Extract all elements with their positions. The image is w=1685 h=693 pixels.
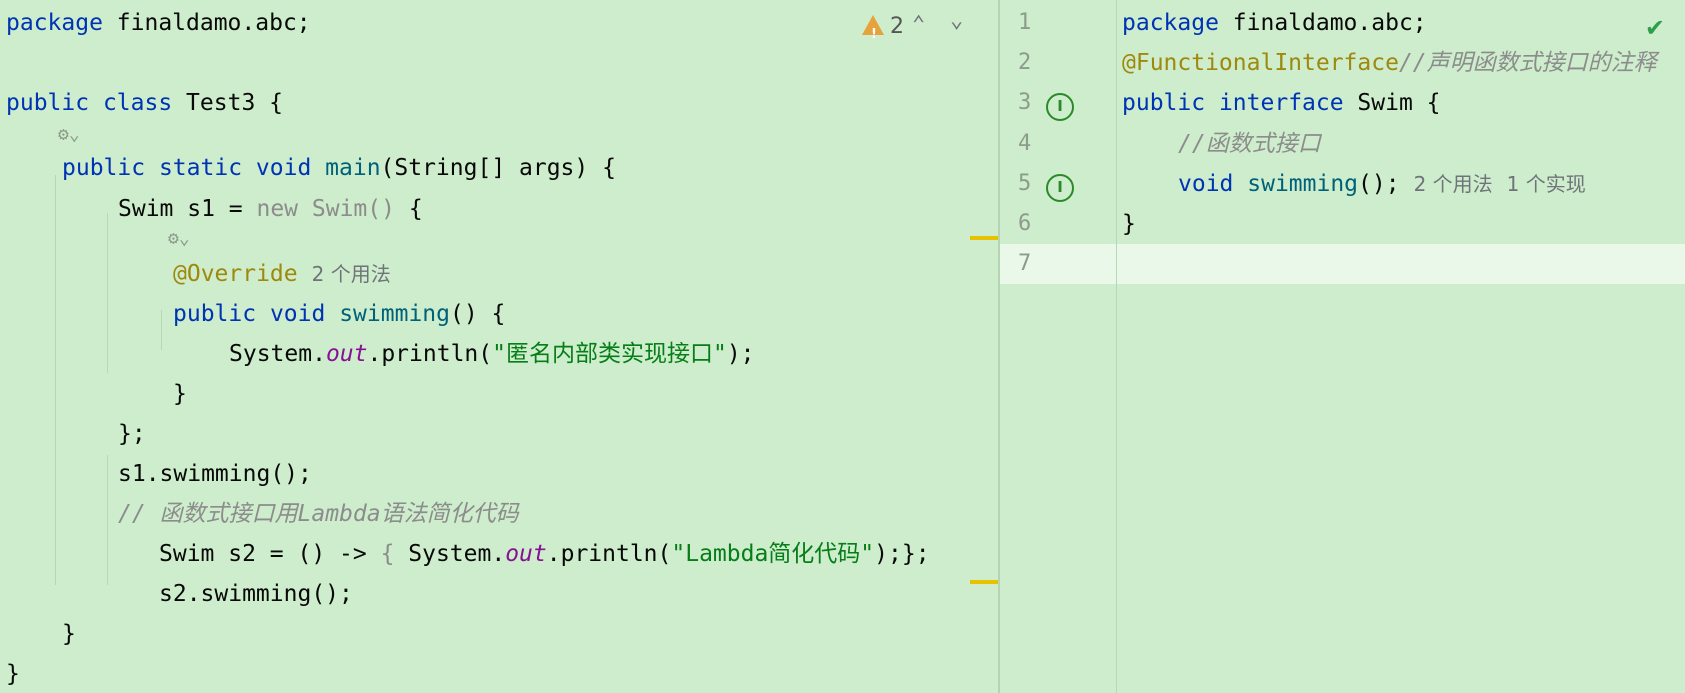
keyword: public: [62, 155, 146, 181]
code-text: (String[] args) {: [380, 155, 616, 181]
ide-window: ! 2 ⌃ ⌄ package finaldamo.abc; public cla…: [0, 0, 1685, 693]
code-line-17[interactable]: }: [62, 614, 76, 654]
code-text: );: [726, 341, 755, 367]
warning-count: 2: [890, 14, 904, 39]
indent-guide: [161, 310, 162, 350]
keyword: void: [269, 301, 326, 327]
static-field: out: [505, 541, 547, 567]
code-text: }: [62, 621, 76, 647]
code-line-6[interactable]: Swim s1 = new Swim() {: [118, 189, 423, 229]
code-text: s1.swimming();: [118, 461, 312, 487]
code-text: () {: [449, 301, 506, 327]
keyword: package: [1122, 10, 1219, 36]
implemented-icon[interactable]: I: [1046, 174, 1074, 202]
code-line-9[interactable]: public void swimming() {: [173, 294, 505, 334]
indent-guide: [1116, 0, 1117, 693]
code-text: }: [1122, 211, 1136, 237]
chevron-up-icon[interactable]: ⌃: [912, 12, 925, 37]
code-text: );};: [874, 541, 930, 567]
code-text: Test3 {: [172, 90, 283, 116]
code-line-1[interactable]: package finaldamo.abc;: [6, 3, 311, 43]
code-text: Swim {: [1343, 90, 1441, 116]
implementations-hint[interactable]: 1 个实现: [1507, 172, 1586, 196]
string-literal: "匿名内部类实现接口": [492, 341, 727, 367]
code-line-10[interactable]: System.out.println("匿名内部类实现接口");: [229, 334, 755, 374]
right-code-line-2[interactable]: @FunctionalInterface//声明函数式接口的注释: [1122, 43, 1657, 83]
code-line-11[interactable]: }: [173, 374, 187, 414]
line-number: 2: [1018, 50, 1032, 75]
code-text: };: [118, 421, 146, 447]
keyword: public: [6, 90, 90, 116]
usages-hint[interactable]: 2 个用法: [312, 262, 391, 286]
line-number: 1: [1018, 10, 1032, 35]
static-field: out: [325, 341, 368, 367]
line-number: 6: [1018, 211, 1032, 236]
keyword: void: [1178, 171, 1234, 197]
keyword: package: [6, 10, 103, 36]
code-text-dimmed: new Swim(): [256, 196, 395, 222]
keyword: static: [158, 155, 243, 181]
code-line-16[interactable]: s2.swimming();: [159, 574, 353, 614]
right-code-line-5[interactable]: void swimming(); 2 个用法 1 个实现: [1178, 164, 1586, 204]
code-line-5[interactable]: public static void main(String[] args) {: [62, 148, 616, 188]
usages-hint[interactable]: 2 个用法: [1414, 172, 1493, 196]
code-line-8[interactable]: @Override 2 个用法: [173, 254, 391, 294]
indent-guide: [107, 213, 108, 373]
warning-stripe-marker[interactable]: [970, 236, 998, 240]
warning-indicator[interactable]: ! 2: [862, 10, 904, 44]
implemented-icon[interactable]: I: [1046, 93, 1074, 121]
comment: //声明函数式接口的注释: [1398, 50, 1657, 76]
code-line-18[interactable]: }: [6, 654, 20, 693]
checkmark-icon[interactable]: ✔: [1645, 14, 1665, 42]
ai-gutter-icon[interactable]: ⚙⌄: [168, 228, 190, 249]
indent-guide: [55, 175, 56, 585]
code-line-12[interactable]: };: [118, 414, 146, 454]
indent-guide: [107, 455, 108, 585]
line-number: 4: [1018, 131, 1032, 156]
code-text: finaldamo.abc;: [102, 10, 311, 36]
current-line-highlight: [1000, 244, 1685, 284]
left-editor-pane[interactable]: ! 2 ⌃ ⌄ package finaldamo.abc; public cla…: [0, 0, 998, 693]
code-text-dimmed: {: [380, 541, 395, 567]
right-code-line-3[interactable]: public interface Swim {: [1122, 83, 1441, 123]
code-text: .println(: [546, 541, 672, 567]
string-literal: "Lambda简化代码": [671, 541, 875, 567]
code-text: {: [394, 196, 423, 222]
code-text: Swim s2 = () ->: [159, 541, 381, 567]
keyword: void: [255, 155, 312, 181]
method-name: main: [325, 155, 381, 181]
method-name: swimming: [1247, 171, 1359, 197]
comment: // 函数式接口用Lambda语法简化代码: [118, 501, 519, 527]
code-text: Swim s1 =: [118, 196, 257, 222]
keyword: public: [173, 301, 257, 327]
line-number: 7: [1018, 251, 1032, 276]
code-text: System.: [394, 541, 506, 567]
keyword: public: [1122, 90, 1206, 116]
code-line-13[interactable]: s1.swimming();: [118, 454, 312, 494]
code-text: s2.swimming();: [159, 581, 353, 607]
code-line-14[interactable]: // 函数式接口用Lambda语法简化代码: [118, 494, 519, 534]
code-text: }: [173, 381, 187, 407]
ai-gutter-icon[interactable]: ⚙⌄: [58, 124, 80, 145]
right-code-line-1[interactable]: package finaldamo.abc;: [1122, 3, 1427, 43]
keyword: class: [102, 90, 173, 116]
code-line-15[interactable]: Swim s2 = () -> { System.out.println("La…: [159, 534, 930, 574]
warning-stripe-marker[interactable]: [970, 580, 998, 584]
comment: //函数式接口: [1178, 131, 1321, 157]
annotation: @Override: [173, 261, 298, 287]
keyword: interface: [1218, 90, 1344, 116]
right-code-line-4[interactable]: //函数式接口: [1178, 124, 1321, 164]
code-text: finaldamo.abc;: [1218, 10, 1427, 36]
warning-triangle-icon: !: [862, 15, 884, 42]
code-line-3[interactable]: public class Test3 {: [6, 83, 283, 123]
code-text: ();: [1358, 171, 1400, 197]
code-text: .println(: [367, 341, 493, 367]
right-code-line-6[interactable]: }: [1122, 204, 1136, 244]
method-name: swimming: [339, 301, 450, 327]
annotation: @FunctionalInterface: [1122, 50, 1399, 76]
code-text: }: [6, 661, 20, 687]
code-text: System.: [229, 341, 326, 367]
chevron-down-icon[interactable]: ⌄: [950, 8, 963, 33]
